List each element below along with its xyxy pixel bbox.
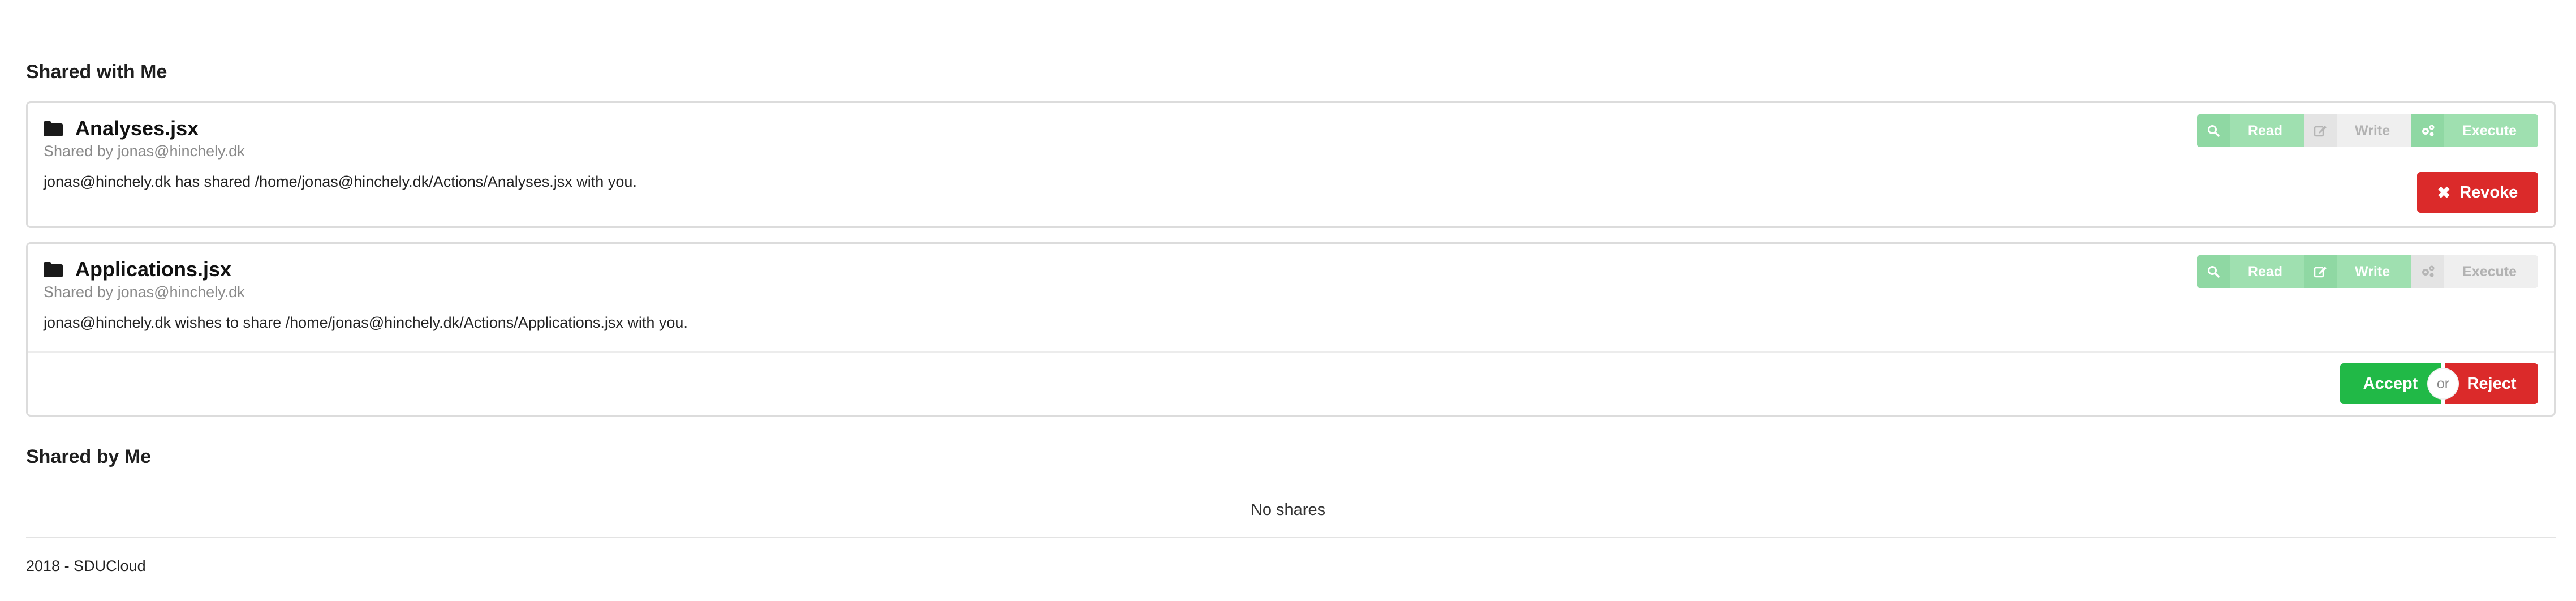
share-card-header: Applications.jsx [44, 257, 231, 281]
shared-with-me-title: Shared with Me [26, 61, 167, 83]
search-icon [2196, 255, 2230, 288]
footer-text: 2018 - SDUCloud [26, 557, 146, 574]
card-divider [28, 351, 2554, 353]
accept-button[interactable]: Accept [2340, 363, 2441, 404]
read-label: Read [2247, 122, 2283, 139]
shared-by-me-title: Shared by Me [26, 446, 152, 467]
reject-button[interactable]: Reject [2445, 363, 2538, 404]
file-name[interactable]: Analyses.jsx [75, 117, 199, 140]
cogs-icon [2411, 255, 2445, 288]
file-name[interactable]: Applications.jsx [75, 257, 231, 281]
revoke-label: Revoke [2459, 183, 2518, 201]
write-label: Write [2355, 263, 2390, 280]
no-shares-text: No shares [1250, 501, 1326, 519]
permission-buttons: Read Write Execute [2196, 255, 2538, 288]
share-description: jonas@hinchely.dk wishes to share /home/… [44, 314, 688, 331]
or-divider-badge: or [2428, 369, 2458, 398]
edit-icon [2304, 255, 2337, 288]
edit-icon [2304, 114, 2337, 147]
share-card: Analyses.jsx Shared by jonas@hinchely.dk… [26, 101, 2556, 228]
folder-icon [44, 121, 63, 136]
close-icon: ✖ [2437, 183, 2451, 201]
read-permission-button[interactable]: Read [2196, 255, 2304, 288]
execute-permission-button[interactable]: Execute [2411, 255, 2538, 288]
execute-permission-button[interactable]: Execute [2411, 114, 2538, 147]
write-label: Write [2355, 122, 2390, 139]
share-card: Applications.jsx Shared by jonas@hinchel… [26, 242, 2556, 417]
permission-buttons: Read Write Execute [2196, 114, 2538, 147]
write-permission-button[interactable]: Write [2304, 114, 2412, 147]
revoke-button[interactable]: ✖ Revoke [2417, 172, 2538, 213]
folder-icon [44, 261, 63, 277]
write-permission-button[interactable]: Write [2304, 255, 2412, 288]
read-label: Read [2247, 263, 2283, 280]
share-description: jonas@hinchely.dk has shared /home/jonas… [44, 173, 637, 190]
cogs-icon [2411, 114, 2445, 147]
shares-page: Shared with Me Analyses.jsx Shared by jo… [0, 0, 2576, 601]
search-icon [2196, 114, 2230, 147]
shared-by-text: Shared by jonas@hinchely.dk [44, 143, 245, 160]
shared-by-text: Shared by jonas@hinchely.dk [44, 284, 245, 300]
footer-divider [26, 537, 2556, 538]
share-card-header: Analyses.jsx [44, 117, 199, 140]
execute-label: Execute [2462, 263, 2517, 280]
execute-label: Execute [2462, 122, 2517, 139]
read-permission-button[interactable]: Read [2196, 114, 2304, 147]
